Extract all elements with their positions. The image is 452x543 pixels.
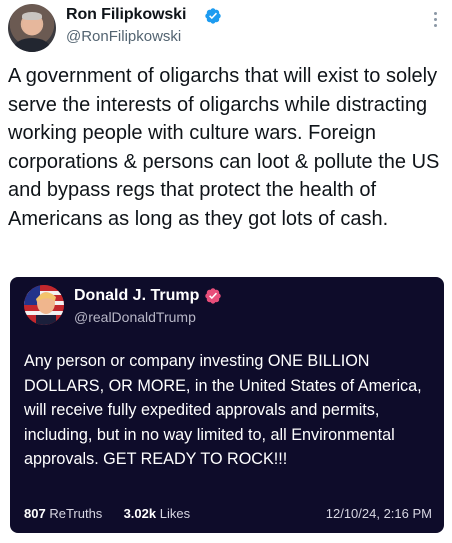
post-timestamp: 12/10/24, 2:16 PM	[325, 506, 432, 521]
retruths-label[interactable]: ReTruths	[49, 506, 102, 521]
quoted-author-handle[interactable]: @realDonaldTrump	[74, 309, 196, 325]
quoted-post-card[interactable]: Donald J. Trump @realDonaldTrump Any per…	[10, 277, 444, 533]
post-text: A government of oligarchs that will exis…	[8, 65, 440, 230]
quoted-author-name[interactable]: Donald J. Trump	[74, 287, 199, 305]
author-name[interactable]: Ron Filipkowski	[66, 6, 186, 24]
post-header: Ron Filipkowski @RonFilipkowski	[8, 4, 444, 56]
retruths-count: 807	[24, 506, 46, 521]
more-options-icon[interactable]	[430, 12, 440, 34]
author-handle[interactable]: @RonFilipkowski	[66, 28, 181, 45]
likes-label[interactable]: Likes	[160, 506, 190, 521]
engagement-stats: 807 ReTruths 3.02k Likes	[24, 506, 190, 521]
verified-icon	[205, 8, 221, 24]
quoted-post-text: Any person or company investing ONE BILL…	[24, 352, 422, 468]
truth-verified-icon	[205, 288, 221, 304]
avatar[interactable]	[8, 4, 56, 52]
quoted-avatar[interactable]	[24, 285, 64, 325]
likes-count: 3.02k	[123, 506, 157, 521]
